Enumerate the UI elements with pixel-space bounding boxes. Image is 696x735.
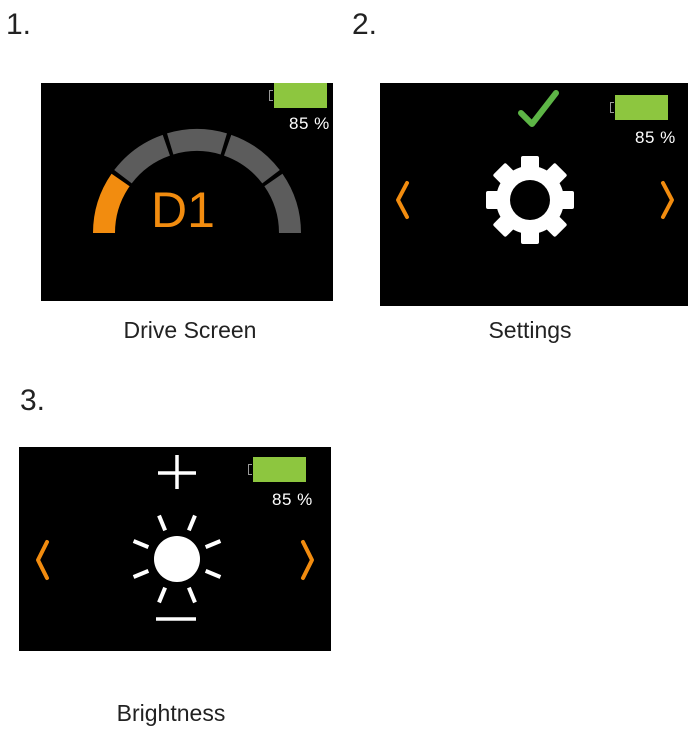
gear-icon[interactable] bbox=[486, 156, 574, 244]
caption-drive-screen: Drive Screen bbox=[123, 317, 257, 343]
check-icon[interactable] bbox=[518, 90, 559, 127]
chevron-left-icon[interactable] bbox=[36, 540, 49, 580]
battery-indicator bbox=[269, 83, 333, 108]
battery-level-fill bbox=[253, 457, 306, 482]
caption-settings: Settings bbox=[488, 317, 572, 343]
battery-percent: 85 % bbox=[289, 114, 330, 133]
settings-screen: 85 % bbox=[380, 83, 688, 306]
chevron-right-icon[interactable] bbox=[661, 181, 674, 219]
battery-terminal bbox=[269, 90, 273, 101]
battery-percent: 85 % bbox=[635, 128, 676, 147]
speed-segment bbox=[114, 134, 170, 184]
drive-mode-label: D1 bbox=[151, 182, 215, 238]
panel-number: 2. bbox=[352, 8, 378, 41]
speed-segment bbox=[167, 129, 227, 155]
chevron-right-icon[interactable] bbox=[301, 540, 314, 580]
battery-percent: 85 % bbox=[272, 490, 313, 509]
speed-segment-active bbox=[93, 173, 130, 233]
battery-indicator bbox=[248, 457, 320, 482]
speed-segment bbox=[264, 173, 301, 233]
battery-terminal bbox=[248, 464, 252, 475]
battery-body bbox=[253, 457, 315, 482]
panel-number: 1. bbox=[6, 8, 32, 41]
brightness-screen: 85 % bbox=[19, 447, 331, 651]
speed-segment bbox=[224, 134, 280, 184]
battery-terminal bbox=[610, 102, 614, 113]
caption-brightness: Brightness bbox=[116, 700, 226, 726]
battery-level-fill bbox=[274, 83, 327, 108]
panel-number: 3. bbox=[20, 384, 46, 417]
drive-screen: D1 85 % bbox=[41, 83, 333, 301]
battery-level-fill bbox=[615, 95, 668, 120]
chevron-left-icon[interactable] bbox=[396, 181, 409, 219]
sun-icon[interactable] bbox=[132, 514, 222, 604]
battery-indicator bbox=[610, 95, 682, 120]
battery-body bbox=[615, 95, 677, 120]
plus-icon[interactable] bbox=[158, 455, 196, 489]
battery-body bbox=[274, 83, 333, 108]
